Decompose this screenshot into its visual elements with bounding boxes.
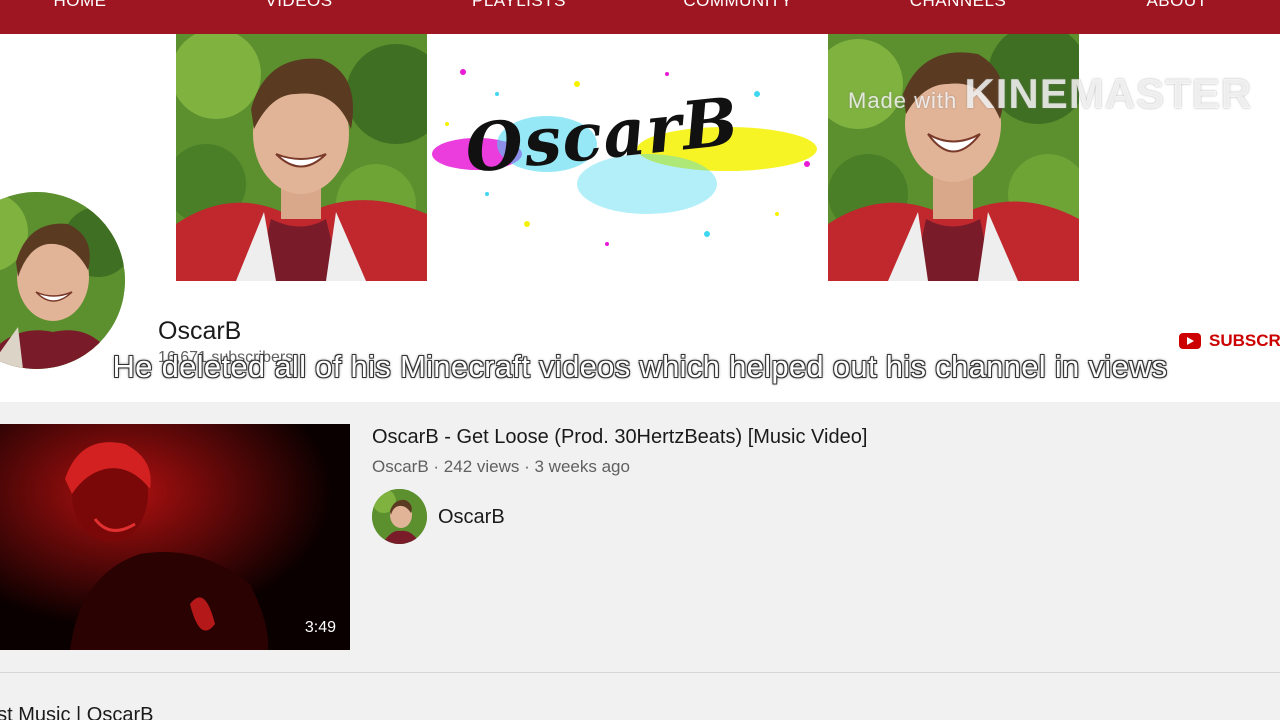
video-channel-name[interactable]: OscarB bbox=[438, 506, 505, 529]
banner-photo-left bbox=[176, 34, 427, 281]
channel-page: HOME VIDEOS PLAYLISTS COMMUNITY CHANNELS… bbox=[0, 0, 1280, 720]
tab-playlists[interactable]: PLAYLISTS bbox=[409, 0, 629, 11]
subscribe-label: SUBSCR bbox=[1209, 331, 1280, 350]
video-duration: 3:49 bbox=[304, 619, 336, 636]
video-title[interactable]: OscarB - Get Loose (Prod. 30HertzBeats) … bbox=[372, 426, 867, 449]
tab-about[interactable]: ABOUT bbox=[1067, 0, 1280, 11]
tab-community[interactable]: COMMUNITY bbox=[628, 0, 848, 11]
channel-name: OscarB bbox=[158, 317, 242, 345]
kinemaster-watermark: Made with KINEMASTER bbox=[848, 70, 1252, 118]
tab-home[interactable]: HOME bbox=[0, 0, 190, 11]
channel-avatar[interactable] bbox=[0, 192, 125, 369]
video-channel-avatar[interactable] bbox=[372, 489, 427, 544]
section-divider bbox=[0, 672, 1280, 673]
video-meta: OscarB · 242 views · 3 weeks ago bbox=[372, 457, 630, 476]
section-title: ast Music | OscarB bbox=[0, 704, 154, 720]
watermark-brand: KINEMASTER bbox=[964, 70, 1253, 117]
channel-tabs-bar: HOME VIDEOS PLAYLISTS COMMUNITY CHANNELS… bbox=[0, 0, 1280, 34]
tab-channels[interactable]: CHANNELS bbox=[848, 0, 1068, 11]
subscribe-button[interactable]: SUBSCR bbox=[1179, 331, 1280, 351]
watermark-prefix: Made with bbox=[848, 88, 965, 113]
video-thumbnail[interactable]: 3:49 bbox=[0, 424, 350, 650]
youtube-play-icon bbox=[1179, 333, 1201, 349]
video-caption-overlay: He deleted all of his Minecraft videos w… bbox=[112, 349, 1168, 384]
tab-videos[interactable]: VIDEOS bbox=[189, 0, 409, 11]
channel-header: OscarB Made with KINEMASTER OscarB 16,67… bbox=[0, 34, 1280, 402]
